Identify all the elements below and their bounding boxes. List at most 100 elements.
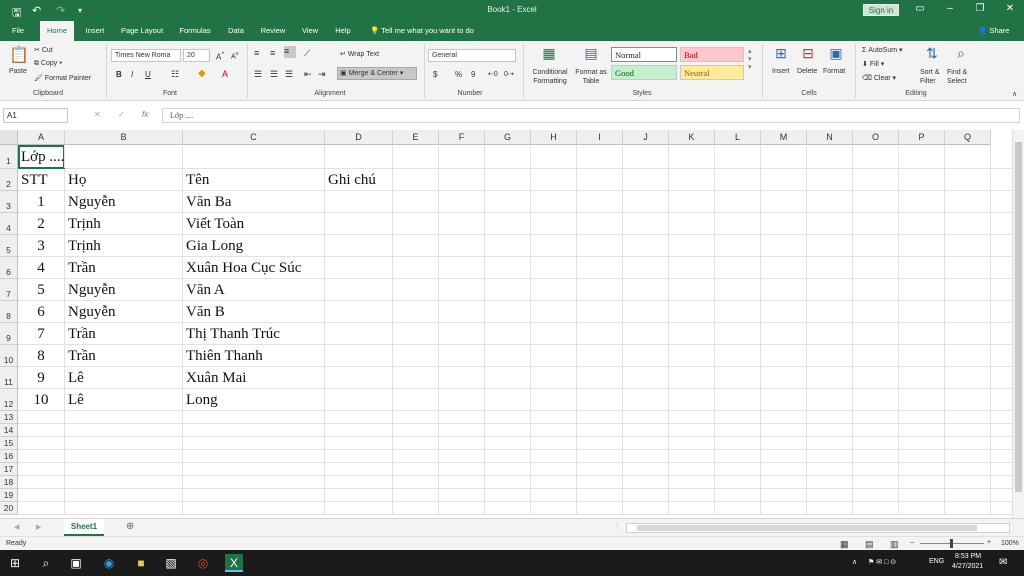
row-header-14[interactable]: 14	[0, 424, 18, 437]
cell-j1[interactable]	[623, 145, 669, 168]
cell-n1[interactable]	[807, 145, 853, 168]
column-header-b[interactable]: B	[65, 130, 183, 145]
cell-o19[interactable]	[853, 489, 899, 501]
cell-l8[interactable]	[715, 301, 761, 322]
cell-e8[interactable]	[393, 301, 439, 322]
cell-g19[interactable]	[485, 489, 531, 501]
cell-e19[interactable]	[393, 489, 439, 501]
autosum-button[interactable]: Σ AutoSum ▾	[862, 46, 903, 54]
cell-o6[interactable]	[853, 257, 899, 278]
cell-b12[interactable]: Lê	[65, 389, 183, 410]
cell-i19[interactable]	[577, 489, 623, 501]
cell-f16[interactable]	[439, 450, 485, 462]
cell-a4[interactable]: 2	[18, 213, 65, 234]
tab-formulas[interactable]: Formulas	[174, 21, 216, 41]
share-button[interactable]: 👤 Share	[978, 21, 1009, 41]
cell-l17[interactable]	[715, 463, 761, 475]
cell-g3[interactable]	[485, 191, 531, 212]
cell-o18[interactable]	[853, 476, 899, 488]
cell-p12[interactable]	[899, 389, 945, 410]
cell-b4[interactable]: Trịnh	[65, 213, 183, 234]
cell-a16[interactable]	[18, 450, 65, 462]
row-header-7[interactable]: 7	[0, 279, 18, 301]
cell-l19[interactable]	[715, 489, 761, 501]
cell-f11[interactable]	[439, 367, 485, 388]
cell-n20[interactable]	[807, 502, 853, 514]
cell-i7[interactable]	[577, 279, 623, 300]
row-header-1[interactable]: 1	[0, 145, 18, 169]
cell-k13[interactable]	[669, 411, 715, 423]
minimize-icon[interactable]: –	[942, 3, 958, 14]
tab-page-layout[interactable]: Page Layout	[116, 21, 168, 41]
cell-o16[interactable]	[853, 450, 899, 462]
cell-j5[interactable]	[623, 235, 669, 256]
cell-a2[interactable]: STT	[18, 169, 65, 190]
cell-e9[interactable]	[393, 323, 439, 344]
page-break-view-icon[interactable]: ▥	[890, 539, 899, 550]
row-header-2[interactable]: 2	[0, 169, 18, 191]
cell-o3[interactable]	[853, 191, 899, 212]
cell-k20[interactable]	[669, 502, 715, 514]
zoom-slider[interactable]	[920, 539, 984, 548]
horizontal-scrollbar[interactable]	[626, 523, 1010, 533]
cell-l6[interactable]	[715, 257, 761, 278]
cell-k4[interactable]	[669, 213, 715, 234]
align-right-icon[interactable]: ☰	[285, 69, 293, 80]
cell-j16[interactable]	[623, 450, 669, 462]
cell-d15[interactable]	[325, 437, 393, 449]
ribbon-display-icon[interactable]: ▭	[912, 3, 928, 14]
cell-a19[interactable]	[18, 489, 65, 501]
sort-filter-icon[interactable]: ⇅	[921, 45, 943, 62]
style-good[interactable]: Good	[611, 65, 677, 80]
cell-h13[interactable]	[531, 411, 577, 423]
cell-c8[interactable]: Văn B	[183, 301, 325, 322]
cell-n3[interactable]	[807, 191, 853, 212]
column-header-i[interactable]: I	[577, 130, 623, 145]
cell-f20[interactable]	[439, 502, 485, 514]
cell-j10[interactable]	[623, 345, 669, 366]
cell-j18[interactable]	[623, 476, 669, 488]
cell-c2[interactable]: Tên	[183, 169, 325, 190]
cell-n10[interactable]	[807, 345, 853, 366]
row-header-8[interactable]: 8	[0, 301, 18, 323]
cell-q3[interactable]	[945, 191, 991, 212]
cell-f8[interactable]	[439, 301, 485, 322]
cell-i9[interactable]	[577, 323, 623, 344]
cell-l18[interactable]	[715, 476, 761, 488]
cell-b16[interactable]	[65, 450, 183, 462]
cell-p6[interactable]	[899, 257, 945, 278]
cell-k3[interactable]	[669, 191, 715, 212]
cell-d13[interactable]	[325, 411, 393, 423]
cell-a1[interactable]: Lớp ....	[18, 145, 65, 168]
cell-c19[interactable]	[183, 489, 325, 501]
tab-view[interactable]: View	[296, 21, 324, 41]
row-header-5[interactable]: 5	[0, 235, 18, 257]
cell-l3[interactable]	[715, 191, 761, 212]
cell-h5[interactable]	[531, 235, 577, 256]
cell-j2[interactable]	[623, 169, 669, 190]
clear-button[interactable]: ⌫ Clear ▾	[862, 74, 896, 82]
cell-q15[interactable]	[945, 437, 991, 449]
next-sheet-icon[interactable]: ▶	[36, 523, 41, 531]
number-format-select[interactable]: General	[428, 49, 516, 62]
row-header-3[interactable]: 3	[0, 191, 18, 213]
cell-m12[interactable]	[761, 389, 807, 410]
row-header-11[interactable]: 11	[0, 367, 18, 389]
cell-i3[interactable]	[577, 191, 623, 212]
row-header-6[interactable]: 6	[0, 257, 18, 279]
cell-q6[interactable]	[945, 257, 991, 278]
cell-m11[interactable]	[761, 367, 807, 388]
cell-q8[interactable]	[945, 301, 991, 322]
cell-i11[interactable]	[577, 367, 623, 388]
cell-l10[interactable]	[715, 345, 761, 366]
tray-expand-icon[interactable]: ∧	[852, 558, 857, 566]
cell-o1[interactable]	[853, 145, 899, 168]
cell-m2[interactable]	[761, 169, 807, 190]
cell-b14[interactable]	[65, 424, 183, 436]
cell-c4[interactable]: Viết Toàn	[183, 213, 325, 234]
cell-c10[interactable]: Thiên Thanh	[183, 345, 325, 366]
align-left-icon[interactable]: ☰	[254, 69, 262, 80]
cell-f3[interactable]	[439, 191, 485, 212]
cell-p3[interactable]	[899, 191, 945, 212]
vertical-scroll-thumb[interactable]	[1015, 142, 1022, 492]
